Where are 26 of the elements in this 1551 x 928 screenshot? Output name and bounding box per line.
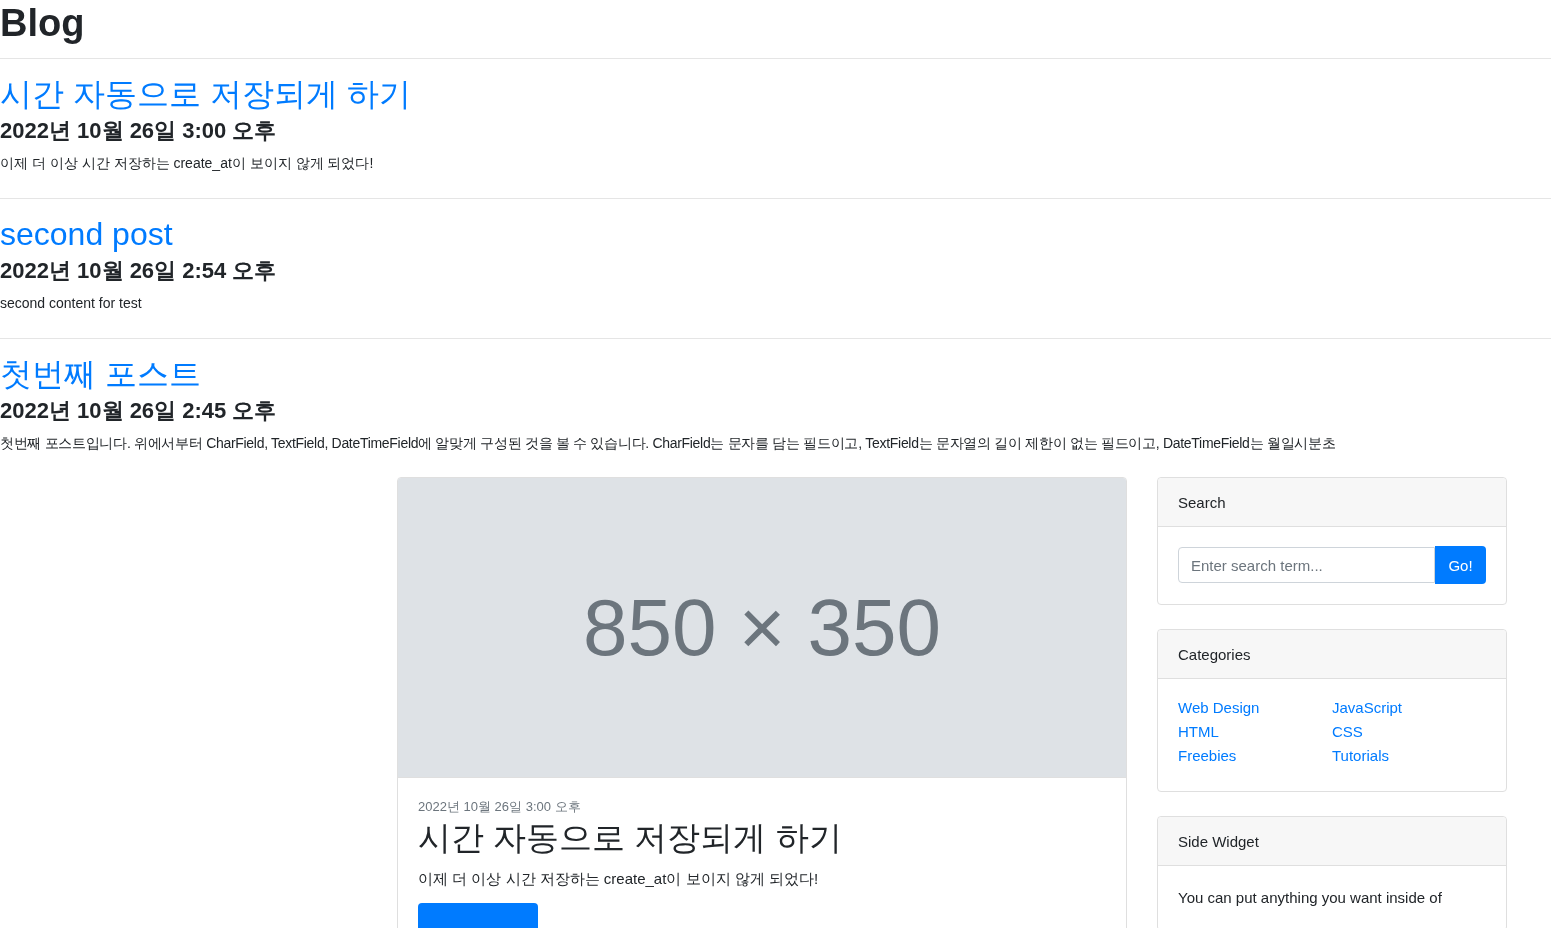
post-content: second content for test xyxy=(0,294,142,313)
category-link[interactable]: HTML xyxy=(1178,723,1332,747)
card-title: 시간 자동으로 저장되게 하기 xyxy=(418,818,843,858)
post-title-link[interactable]: second post xyxy=(0,215,173,253)
category-link[interactable]: Tutorials xyxy=(1332,747,1486,771)
post-title-link[interactable]: 시간 자동으로 저장되게 하기 xyxy=(0,75,411,113)
page-title: Blog xyxy=(0,1,85,46)
post-date: 2022년 10월 26일 2:54 오후 xyxy=(0,257,277,285)
post-content: 이제 더 이상 시간 저장하는 create_at이 보이지 않게 되었다! xyxy=(0,154,374,173)
image-size-label: 850 × 350 xyxy=(582,581,942,674)
widget-text: You can put anything you want inside of xyxy=(1178,888,1443,908)
category-link[interactable]: JavaScript xyxy=(1332,699,1486,723)
widget-header: Search xyxy=(1158,478,1506,527)
post-date: 2022년 10월 26일 2:45 오후 xyxy=(0,397,277,425)
card-text: 이제 더 이상 시간 저장하는 create_at이 보이지 않게 되었다! xyxy=(418,870,820,889)
post-title-link[interactable]: 첫번째 포스트 xyxy=(0,355,201,393)
widget-header: Categories xyxy=(1158,630,1506,679)
post-date: 2022년 10월 26일 3:00 오후 xyxy=(0,117,277,145)
search-field[interactable]: Enter search term... xyxy=(1178,547,1435,583)
category-link[interactable]: Freebies xyxy=(1178,747,1332,771)
post-content: 첫번째 포스트입니다. 위에서부터 CharField, TextField, DateTimeField에 알맞게 구성된 것을 볼 수 있습니다. CharField는 문자를 담는 필드이고, TextField는 문자열의 길이 제한이 없는 필드이고, DateTimeField는 월일시분초 xyxy=(0,434,1336,453)
go-button[interactable]: Go! xyxy=(1435,546,1486,584)
category-link[interactable]: Web Design xyxy=(1178,699,1332,723)
category-link[interactable]: CSS xyxy=(1332,723,1486,747)
card-date: 2022년 10월 26일 3:00 오후 xyxy=(418,798,582,816)
widget-header: Side Widget xyxy=(1158,817,1506,866)
